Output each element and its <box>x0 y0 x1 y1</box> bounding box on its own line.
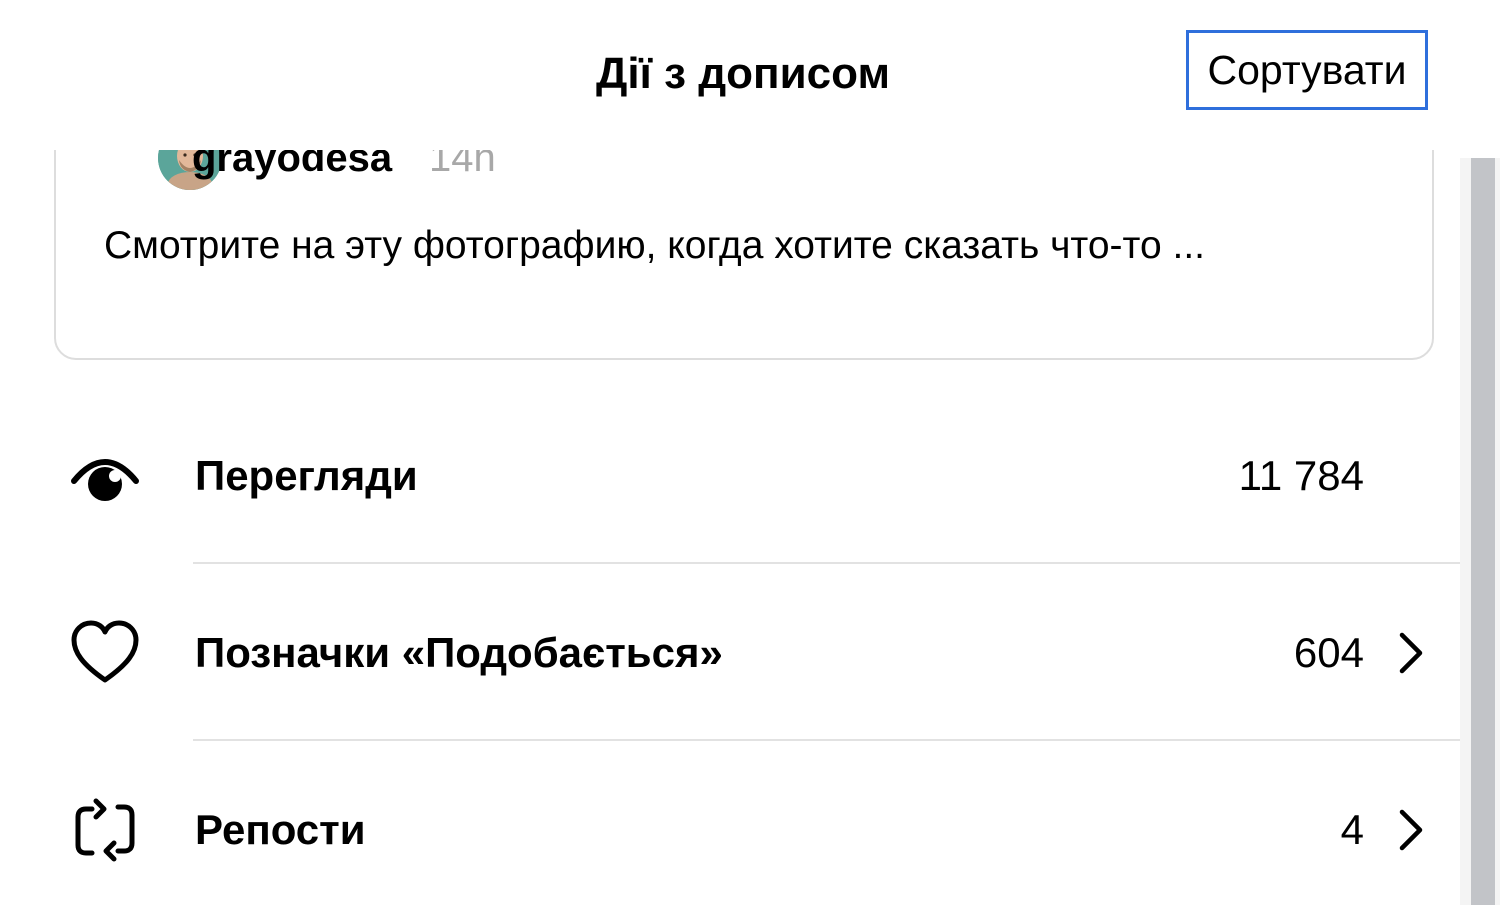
activity-scroll-area[interactable]: grayodesa 14h Смотрите на эту фотографию… <box>0 150 1500 905</box>
post-username[interactable]: grayodesa <box>192 150 392 182</box>
repost-icon <box>75 798 135 862</box>
header: Дії з дописом Сортувати <box>0 0 1500 150</box>
stat-row-views: Перегляди 11 784 <box>0 387 1470 565</box>
stat-row-reposts[interactable]: Репости 4 <box>0 741 1470 905</box>
eye-icon <box>71 459 139 501</box>
stat-row-likes[interactable]: Позначки «Подобається» 604 <box>0 564 1470 742</box>
post-text: Смотрите на эту фотографию, когда хотите… <box>104 224 1205 267</box>
chevron-right-icon <box>1399 632 1423 674</box>
stat-label-views: Перегляди <box>195 452 418 499</box>
sort-button[interactable]: Сортувати <box>1186 30 1428 110</box>
stat-label-likes: Позначки «Подобається» <box>195 629 723 676</box>
stat-value-reposts: 4 <box>1340 806 1364 853</box>
heart-icon <box>71 620 139 683</box>
post-preview-card[interactable]: grayodesa 14h Смотрите на эту фотографию… <box>54 150 1434 360</box>
post-timestamp: 14h <box>429 150 496 180</box>
stat-label-reposts: Репости <box>195 806 366 853</box>
stat-value-views: 11 784 <box>1238 452 1364 499</box>
chevron-right-icon <box>1399 809 1423 851</box>
scrollbar-thumb[interactable] <box>1471 158 1495 905</box>
stat-value-likes: 604 <box>1293 629 1364 676</box>
